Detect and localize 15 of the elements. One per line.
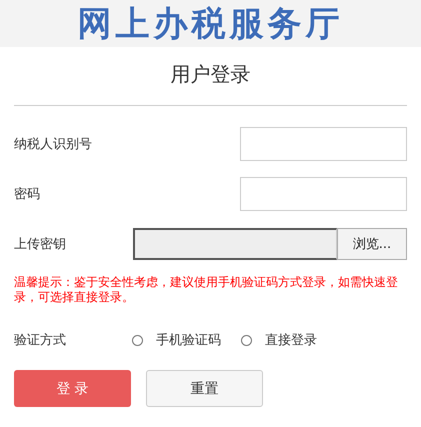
site-title: 网上办税服务厅 [78,2,344,46]
login-heading: 用户登录 [170,61,252,88]
field-label: 纳税人识别号 [14,136,92,153]
taxpayer-id-field[interactable] [240,127,407,161]
radio-button[interactable] [132,334,143,346]
reset-button[interactable]: 重置 [146,370,263,407]
field-label: 密码 [14,186,40,203]
radio-label[interactable]: 直接登录 [265,331,317,349]
password-field[interactable] [240,177,407,211]
browse-button[interactable]: 浏览... [337,228,407,260]
security-notice: 温馨提示：鉴于安全性考虑，建议使用手机验证码方式登录，如需快速登录，可选择直接登录。 [14,275,399,305]
radio-label[interactable]: 手机验证码 [156,331,221,349]
field-label: 上传密钥 [14,236,66,253]
field-label: 验证方式 [14,332,67,349]
radio-button[interactable] [241,334,252,346]
